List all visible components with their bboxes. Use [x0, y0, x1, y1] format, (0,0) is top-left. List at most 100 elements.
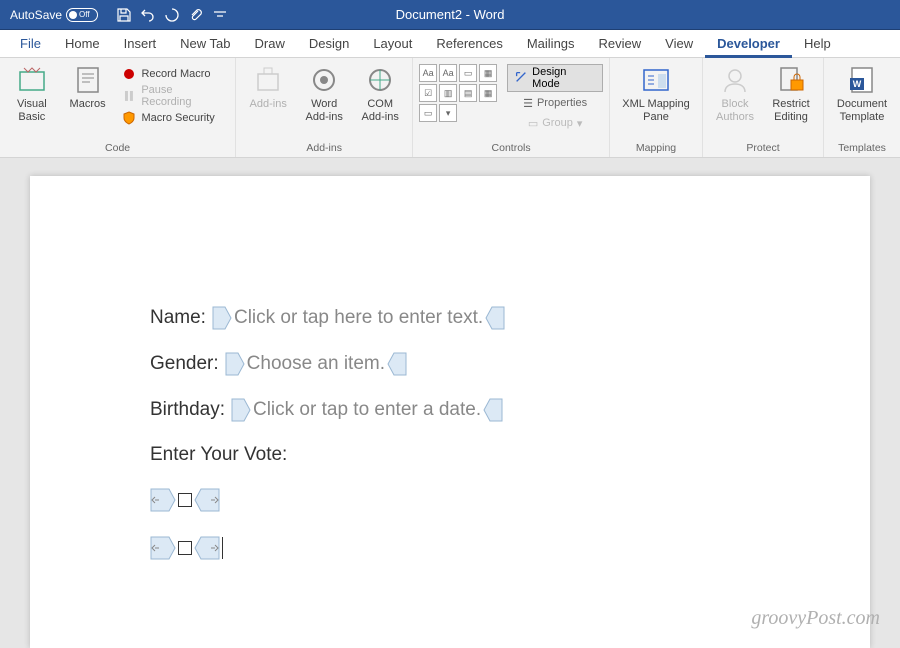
name-label: Name:: [150, 307, 206, 329]
rich-text-control-button[interactable]: Aa: [419, 64, 437, 82]
tab-developer[interactable]: Developer: [705, 30, 792, 58]
vote-checkbox-2[interactable]: [150, 536, 750, 560]
checkbox-control-button[interactable]: ☑: [419, 84, 437, 102]
addins-button: Add-ins: [242, 62, 294, 140]
tab-help[interactable]: Help: [792, 30, 843, 58]
attach-icon[interactable]: [188, 7, 204, 23]
group-code-title: Code: [6, 140, 229, 157]
restrict-editing-button[interactable]: Restrict Editing: [765, 62, 817, 140]
group-button: ▭Group ▾: [507, 114, 603, 132]
word-addins-label: Word Add-ins: [300, 98, 348, 124]
word-addins-button[interactable]: Word Add-ins: [298, 62, 350, 140]
name-placeholder: Click or tap here to enter text.: [232, 307, 485, 329]
vote-checkbox-1[interactable]: [150, 488, 750, 512]
gender-content-control[interactable]: Choose an item.: [225, 352, 407, 376]
cc-right-cap-icon: [485, 306, 505, 330]
document-template-icon: W: [846, 64, 878, 96]
birthday-placeholder: Click or tap to enter a date.: [251, 399, 483, 421]
legacy-tools-button[interactable]: ▾: [439, 104, 457, 122]
combobox-control-button[interactable]: ▥: [439, 84, 457, 102]
com-addins-button[interactable]: COM Add-ins: [354, 62, 406, 140]
block-authors-label: Block Authors: [711, 98, 759, 124]
tab-draw[interactable]: Draw: [243, 30, 297, 58]
document-title: Document2 - Word: [396, 7, 505, 22]
macros-button[interactable]: Macros: [62, 62, 114, 140]
group-protect: Block Authors Restrict Editing Protect: [703, 58, 824, 157]
autosave-label: AutoSave: [10, 8, 62, 22]
group-icon: ▭: [528, 117, 538, 130]
vote-label: Enter Your Vote:: [150, 444, 287, 466]
picture-control-button[interactable]: ▭: [459, 64, 477, 82]
group-controls: Aa Aa ▭ ▦ ☑ ▥ ▤ ▦ ▭ ▾: [413, 58, 610, 157]
document-template-label: Document Template: [832, 98, 892, 124]
group-controls-title: Controls: [419, 140, 603, 157]
field-vote: Enter Your Vote:: [150, 444, 750, 466]
group-templates-title: Templates: [830, 140, 894, 157]
group-code: Visual Basic Macros Record Macro Pause R…: [0, 58, 236, 157]
cc-right-handle-icon: [194, 536, 220, 560]
pause-recording-icon: [121, 88, 137, 104]
tab-design[interactable]: Design: [297, 30, 361, 58]
tab-review[interactable]: Review: [587, 30, 654, 58]
plain-text-control-button[interactable]: Aa: [439, 64, 457, 82]
undo-icon[interactable]: [140, 7, 156, 23]
record-macro-icon: [121, 66, 137, 82]
group-addins-title: Add-ins: [242, 140, 406, 157]
tab-new-tab[interactable]: New Tab: [168, 30, 242, 58]
visual-basic-label: Visual Basic: [8, 98, 56, 124]
group-mapping-title: Mapping: [616, 140, 696, 157]
repeating-section-control-button[interactable]: ▭: [419, 104, 437, 122]
ribbon: Visual Basic Macros Record Macro Pause R…: [0, 58, 900, 158]
macro-security-button[interactable]: Macro Security: [117, 108, 229, 128]
tab-mailings[interactable]: Mailings: [515, 30, 587, 58]
date-picker-control-button[interactable]: ▦: [479, 84, 497, 102]
properties-button[interactable]: ☰Properties: [507, 94, 603, 112]
cc-right-cap-icon: [483, 398, 503, 422]
group-templates: W Document Template Templates: [824, 58, 900, 157]
document-template-button[interactable]: W Document Template: [830, 62, 894, 140]
xml-mapping-icon: [640, 64, 672, 96]
design-mode-button[interactable]: Design Mode: [507, 64, 603, 92]
dropdown-control-button[interactable]: ▤: [459, 84, 477, 102]
autosave-toggle[interactable]: AutoSave Off: [10, 8, 98, 22]
text-cursor: [222, 537, 223, 559]
document-area[interactable]: Name: Click or tap here to enter text. G…: [0, 158, 900, 648]
tab-file[interactable]: File: [8, 30, 53, 58]
gender-label: Gender:: [150, 353, 219, 375]
block-authors-button: Block Authors: [709, 62, 761, 140]
checkbox-icon: [178, 493, 192, 507]
field-gender: Gender: Choose an item.: [150, 352, 750, 376]
cc-left-cap-icon: [212, 306, 232, 330]
name-content-control[interactable]: Click or tap here to enter text.: [212, 306, 505, 330]
addins-icon: [252, 64, 284, 96]
tab-view[interactable]: View: [653, 30, 705, 58]
toggle-switch-icon: Off: [66, 8, 98, 22]
tab-home[interactable]: Home: [53, 30, 112, 58]
field-birthday: Birthday: Click or tap to enter a date.: [150, 398, 750, 422]
checkbox-icon: [178, 541, 192, 555]
cc-left-cap-icon: [231, 398, 251, 422]
redo-icon[interactable]: [164, 7, 180, 23]
title-bar: AutoSave Off Document2 - Word: [0, 0, 900, 30]
building-block-control-button[interactable]: ▦: [479, 64, 497, 82]
tab-layout[interactable]: Layout: [361, 30, 424, 58]
tab-insert[interactable]: Insert: [112, 30, 169, 58]
restrict-editing-icon: [775, 64, 807, 96]
macro-security-icon: [121, 110, 137, 126]
tab-references[interactable]: References: [424, 30, 514, 58]
xml-mapping-label: XML Mapping Pane: [618, 98, 694, 124]
visual-basic-icon: [16, 64, 48, 96]
cc-left-handle-icon: [150, 536, 176, 560]
record-macro-button[interactable]: Record Macro: [117, 64, 229, 84]
visual-basic-button[interactable]: Visual Basic: [6, 62, 58, 140]
cc-right-cap-icon: [387, 352, 407, 376]
addins-label: Add-ins: [250, 98, 287, 111]
macros-icon: [72, 64, 104, 96]
customize-qat-icon[interactable]: [212, 7, 228, 23]
xml-mapping-button[interactable]: XML Mapping Pane: [616, 62, 696, 140]
properties-icon: ☰: [523, 97, 533, 110]
group-addins: Add-ins Word Add-ins COM Add-ins Add-ins: [236, 58, 413, 157]
save-icon[interactable]: [116, 7, 132, 23]
birthday-content-control[interactable]: Click or tap to enter a date.: [231, 398, 503, 422]
word-addins-icon: [308, 64, 340, 96]
